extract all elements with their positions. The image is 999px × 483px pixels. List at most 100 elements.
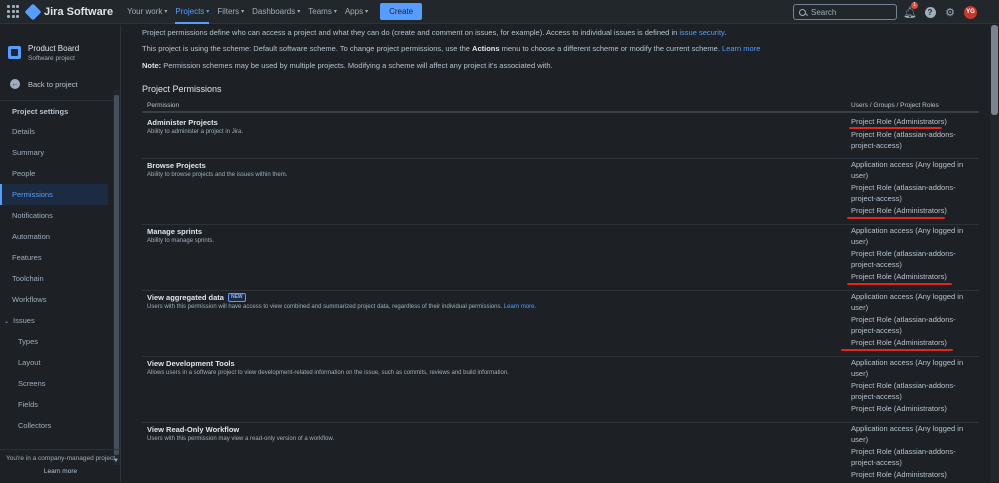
sidebar-scroll-thumb[interactable] bbox=[114, 95, 119, 455]
role-entry: Project Role (atlassian-addons-project-a… bbox=[851, 447, 956, 467]
main-scroll-thumb[interactable] bbox=[991, 25, 998, 115]
sidebar-item-types[interactable]: Types bbox=[0, 331, 120, 352]
intro-paragraph-1: Project permissions define who can acces… bbox=[142, 28, 727, 37]
sidebar-item-summary[interactable]: Summary bbox=[0, 142, 120, 163]
sidebar-item-workflows[interactable]: Workflows bbox=[0, 289, 120, 310]
search-input[interactable]: Search bbox=[793, 4, 897, 20]
sidebar-heading: Project settings bbox=[12, 107, 69, 116]
role-entry: Project Role (Administrators) bbox=[851, 206, 947, 215]
role-entry: Application access (Any logged in user) bbox=[851, 424, 964, 444]
table-row: View Development Tools Allows users in a… bbox=[142, 357, 979, 423]
role-entry: Application access (Any logged in user) bbox=[851, 160, 964, 180]
role-entry: Project Role (Administrators) bbox=[851, 404, 947, 413]
permission-description: Users with this permission may view a re… bbox=[147, 436, 335, 442]
role-entry: Application access (Any logged in user) bbox=[851, 292, 964, 312]
permission-name: Manage sprints bbox=[147, 227, 203, 236]
nav-your-work[interactable]: Your work ▾ bbox=[127, 0, 167, 24]
company-managed-note: You're in a company-managed project bbox=[5, 455, 116, 462]
sidebar: Product Board Software project ← Back to… bbox=[0, 25, 121, 482]
sidebar-footer: You're in a company-managed project Lear… bbox=[0, 449, 121, 475]
sidebar-item-collectors[interactable]: Collectors bbox=[0, 415, 120, 436]
role-entry: Application access (Any logged in user) bbox=[851, 358, 964, 378]
sidebar-item-layout[interactable]: Layout bbox=[0, 352, 120, 373]
new-badge: NEW bbox=[227, 293, 246, 302]
sidebar-item-notifications[interactable]: Notifications bbox=[0, 205, 120, 226]
create-button[interactable]: Create bbox=[380, 3, 423, 20]
project-name: Product Board bbox=[28, 44, 80, 53]
chevron-down-icon: ▾ bbox=[365, 9, 369, 15]
role-entry: Project Role (atlassian-addons-project-a… bbox=[851, 381, 956, 401]
sidebar-item-issues[interactable]: ⌄ Issues bbox=[0, 310, 120, 331]
chevron-down-icon: ▾ bbox=[206, 9, 210, 15]
back-to-project-link[interactable]: ← Back to project bbox=[0, 74, 120, 94]
search-placeholder: Search bbox=[811, 7, 837, 17]
role-entry: Application access (Any logged in user) bbox=[851, 226, 964, 246]
chevron-down-icon: ⌄ bbox=[4, 319, 10, 325]
learn-more-link[interactable]: Learn more. bbox=[504, 304, 536, 310]
chevron-down-icon: ▾ bbox=[241, 9, 245, 15]
sidebar-item-toolchain[interactable]: Toolchain bbox=[0, 268, 120, 289]
role-entry: Project Role (Administrators) bbox=[851, 470, 947, 479]
role-entry: Project Role (atlassian-addons-project-a… bbox=[851, 183, 956, 203]
help-button[interactable]: ? bbox=[922, 4, 938, 20]
annotation-underline bbox=[847, 217, 945, 219]
gear-icon: ⚙ bbox=[945, 6, 955, 19]
chevron-down-icon: ▾ bbox=[333, 9, 337, 15]
nav-dashboards[interactable]: Dashboards ▾ bbox=[252, 0, 300, 24]
table-row: View aggregated data NEW Users with this… bbox=[142, 291, 979, 357]
settings-button[interactable]: ⚙ bbox=[942, 4, 958, 20]
role-entry: Project Role (atlassian-addons-project-a… bbox=[851, 249, 956, 269]
chevron-down-icon: ▾ bbox=[297, 9, 301, 15]
project-type: Software project bbox=[28, 55, 75, 62]
permission-name: View aggregated data NEW bbox=[147, 293, 246, 302]
nav-teams[interactable]: Teams ▾ bbox=[308, 0, 337, 24]
notifications-button[interactable]: 🔔︎ 1 bbox=[902, 2, 918, 20]
column-header-roles: Users / Groups / Project Roles bbox=[851, 102, 939, 109]
sidebar-divider bbox=[0, 100, 120, 101]
sidebar-item-people[interactable]: People bbox=[0, 163, 120, 184]
app-switcher-icon[interactable] bbox=[7, 4, 21, 19]
role-entry: Project Role (Administrators) bbox=[851, 338, 947, 347]
annotation-underline bbox=[849, 127, 942, 129]
app-name: Jira Software bbox=[44, 5, 114, 18]
arrow-left-icon: ← bbox=[10, 79, 20, 89]
nav-projects[interactable]: Projects ▾ bbox=[175, 0, 209, 24]
table-row: Browse Projects Ability to browse projec… bbox=[142, 159, 979, 225]
role-entry: Project Role (Administrators) bbox=[851, 117, 947, 126]
annotation-underline bbox=[841, 349, 953, 351]
table-row: View Read-Only Workflow Users with this … bbox=[142, 423, 979, 483]
permission-name: Administer Projects bbox=[147, 118, 218, 127]
permission-name: Browse Projects bbox=[147, 161, 206, 170]
sidebar-item-details[interactable]: Details bbox=[0, 121, 120, 142]
learn-more-link[interactable]: Learn more bbox=[722, 44, 760, 53]
learn-more-link[interactable]: Learn more bbox=[0, 468, 121, 475]
avatar[interactable]: YG bbox=[964, 5, 977, 19]
column-header-permission: Permission bbox=[147, 102, 180, 109]
permission-name: View Development Tools bbox=[147, 359, 235, 368]
role-entry: Project Role (Administrators) bbox=[851, 272, 947, 281]
nav-apps[interactable]: Apps ▾ bbox=[345, 0, 368, 24]
table-row: Administer Projects Ability to administe… bbox=[142, 115, 979, 159]
notification-badge: 1 bbox=[911, 2, 918, 9]
table-row: Manage sprints Ability to manage sprints… bbox=[142, 225, 979, 291]
search-icon bbox=[799, 8, 806, 16]
permission-description: Ability to administer a project in Jira. bbox=[147, 129, 244, 135]
chevron-down-icon: ▾ bbox=[164, 9, 168, 15]
issue-security-link[interactable]: issue security bbox=[679, 28, 724, 37]
section-title: Project Permissions bbox=[142, 84, 222, 94]
sidebar-item-automation[interactable]: Automation bbox=[0, 226, 120, 247]
project-icon bbox=[8, 46, 21, 59]
sidebar-item-permissions[interactable]: Permissions bbox=[0, 184, 108, 205]
top-navigation: Jira Software Your work ▾ Projects ▾ Filte… bbox=[0, 0, 999, 24]
jira-logo[interactable]: Jira Software bbox=[24, 3, 114, 20]
permission-description: Users with this permission will have acc… bbox=[147, 304, 537, 310]
sidebar-item-features[interactable]: Features bbox=[0, 247, 120, 268]
permissions-table-header: Permission Users / Groups / Project Role… bbox=[142, 100, 979, 113]
intro-paragraph-2: This project is using the scheme: Defaul… bbox=[142, 44, 761, 53]
role-entry: Project Role (atlassian-addons-project-a… bbox=[851, 315, 956, 335]
sidebar-item-fields[interactable]: Fields bbox=[0, 394, 120, 415]
nav-filters[interactable]: Filters ▾ bbox=[217, 0, 244, 24]
permission-description: Allows users in a software project to vi… bbox=[147, 370, 509, 376]
sidebar-item-screens[interactable]: Screens bbox=[0, 373, 120, 394]
jira-logo-icon bbox=[24, 3, 42, 20]
